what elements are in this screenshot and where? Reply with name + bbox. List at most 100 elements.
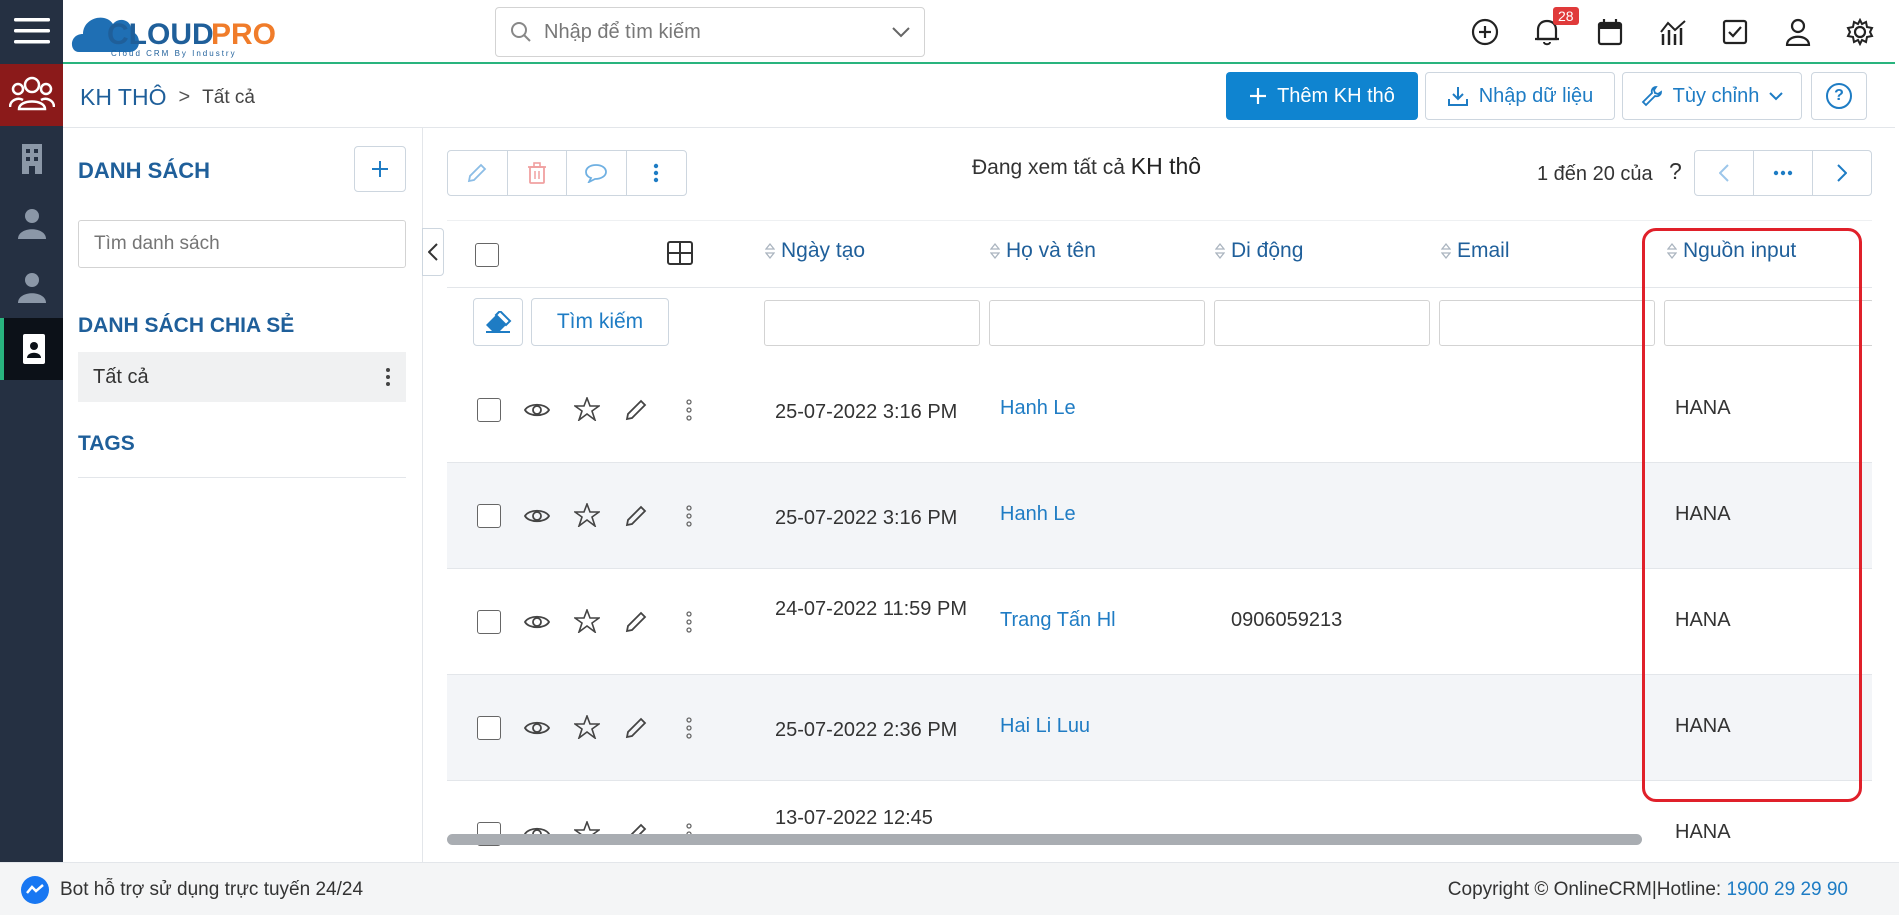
row-checkbox[interactable]: [477, 504, 501, 528]
task-check-icon[interactable]: [1719, 16, 1751, 48]
hotline-link[interactable]: 1900 29 29 90: [1726, 879, 1848, 900]
chevron-down-icon[interactable]: [892, 26, 910, 38]
add-circle-icon[interactable]: [1469, 16, 1501, 48]
list-title: DANH SÁCH: [78, 158, 210, 183]
bot-support-text[interactable]: Bot hỗ trợ sử dụng trực tuyến 24/24: [60, 879, 363, 901]
rail-leads-icon[interactable]: [0, 64, 63, 126]
more-vertical-icon[interactable]: [686, 505, 692, 527]
help-button[interactable]: ?: [1811, 72, 1867, 120]
chevron-down-icon: [1769, 91, 1784, 101]
menu-icon[interactable]: [0, 0, 63, 62]
row-checkbox[interactable]: [477, 398, 501, 422]
breadcrumb-separator: >: [178, 86, 191, 108]
more-actions-button[interactable]: [627, 151, 687, 195]
row-checkbox[interactable]: [477, 610, 501, 634]
eye-icon[interactable]: [524, 719, 550, 737]
profile-icon[interactable]: [1782, 16, 1814, 48]
top-bar: CLOUD PRO Cloud CRM By Industry Nhập để …: [63, 0, 1895, 64]
column-email[interactable]: Email: [1441, 239, 1510, 263]
left-rail: [0, 0, 63, 862]
cloudpro-logo[interactable]: CLOUD PRO Cloud CRM By Industry: [71, 6, 301, 60]
bell-icon[interactable]: 28: [1531, 7, 1579, 48]
logo-text-pro: PRO: [211, 18, 276, 51]
row-checkbox[interactable]: [477, 716, 501, 740]
pagination-total-unknown[interactable]: ?: [1669, 158, 1682, 185]
column-full-name[interactable]: Họ và tên: [990, 239, 1096, 263]
list-search-input[interactable]: [78, 220, 406, 268]
sort-icon: [765, 242, 775, 260]
column-layout-icon[interactable]: [667, 241, 693, 265]
eye-icon[interactable]: [524, 613, 550, 631]
messenger-icon[interactable]: [20, 875, 50, 905]
customize-button[interactable]: Tùy chỉnh: [1622, 72, 1802, 120]
more-vertical-icon[interactable]: [686, 717, 692, 739]
chart-icon[interactable]: [1657, 16, 1689, 48]
column-mobile[interactable]: Di động: [1215, 239, 1303, 263]
divider: [78, 477, 406, 478]
pencil-icon[interactable]: [624, 398, 648, 422]
star-icon[interactable]: [574, 715, 600, 739]
rail-user-icon[interactable]: [0, 256, 63, 318]
next-page-button[interactable]: [1813, 151, 1871, 195]
select-all-checkbox[interactable]: [475, 243, 499, 267]
breadcrumb: KH THÔ > Tất cả: [80, 84, 255, 111]
customize-label: Tùy chỉnh: [1672, 84, 1760, 107]
star-icon[interactable]: [574, 397, 600, 421]
eye-icon[interactable]: [524, 507, 550, 525]
more-vertical-icon[interactable]: [385, 367, 391, 387]
collapse-sidebar-button[interactable]: [422, 228, 444, 276]
filter-search-button[interactable]: Tìm kiếm: [531, 298, 669, 346]
eye-icon[interactable]: [524, 401, 550, 419]
column-created[interactable]: Ngày tạo: [765, 239, 865, 263]
viewing-module: KH thô: [1130, 153, 1202, 179]
pencil-icon[interactable]: [624, 716, 648, 740]
import-button[interactable]: Nhập dữ liệu: [1425, 72, 1615, 120]
more-vertical-icon[interactable]: [686, 611, 692, 633]
comment-button[interactable]: [567, 151, 627, 195]
more-vertical-icon[interactable]: [686, 399, 692, 421]
pencil-icon[interactable]: [624, 504, 648, 528]
add-list-button[interactable]: [354, 146, 406, 192]
plus-icon: [371, 160, 389, 178]
column-label: Họ và tên: [1006, 239, 1096, 262]
tags-title: TAGS: [78, 432, 135, 455]
clear-filter-button[interactable]: [473, 298, 523, 346]
star-icon[interactable]: [574, 609, 600, 633]
horizontal-scrollbar[interactable]: [447, 834, 1642, 845]
rail-building-icon[interactable]: [0, 128, 63, 190]
cell-created: 25-07-2022 3:16 PM: [775, 507, 958, 529]
cell-created: 24-07-2022 11:59 PM: [775, 598, 967, 620]
download-icon: [1447, 85, 1469, 107]
list-sidebar: DANH SÁCH DANH SÁCH CHIA SẺ Tất cả TAGS: [63, 128, 423, 862]
filter-email-input[interactable]: [1439, 300, 1655, 346]
sidebar-item-all[interactable]: Tất cả: [78, 352, 406, 402]
delete-button[interactable]: [508, 151, 567, 195]
filter-name-input[interactable]: [989, 300, 1205, 346]
filter-mobile-input[interactable]: [1214, 300, 1430, 346]
page-options-button[interactable]: [1754, 151, 1813, 195]
star-icon[interactable]: [574, 503, 600, 527]
cell-full-name[interactable]: Hanh Le: [1000, 397, 1076, 420]
add-lead-button[interactable]: Thêm KH thô: [1226, 72, 1418, 120]
cell-full-name[interactable]: Trang Tấn Hl: [1000, 609, 1116, 632]
logo-tagline: Cloud CRM By Industry: [111, 49, 237, 58]
filter-created-input[interactable]: [764, 300, 980, 346]
rail-contact-icon[interactable]: [0, 192, 63, 254]
sort-icon: [1215, 242, 1225, 260]
gear-icon[interactable]: [1844, 16, 1876, 48]
highlight-box: [1642, 228, 1862, 802]
cell-full-name[interactable]: Hanh Le: [1000, 503, 1076, 526]
add-lead-label: Thêm KH thô: [1277, 84, 1395, 107]
eraser-icon: [484, 311, 512, 333]
breadcrumb-module[interactable]: KH THÔ: [80, 84, 166, 111]
rail-contact-card-icon[interactable]: [0, 318, 63, 380]
calendar-icon[interactable]: [1594, 16, 1626, 48]
edit-button[interactable]: [448, 151, 508, 195]
prev-page-button[interactable]: [1695, 151, 1754, 195]
logo-text-cloud: CLOUD: [107, 18, 214, 51]
global-search[interactable]: Nhập để tìm kiếm: [495, 7, 925, 57]
cell-full-name[interactable]: Hai Li Luu: [1000, 715, 1090, 738]
chevron-left-icon: [428, 243, 438, 261]
sort-icon: [1441, 242, 1451, 260]
pencil-icon[interactable]: [624, 610, 648, 634]
